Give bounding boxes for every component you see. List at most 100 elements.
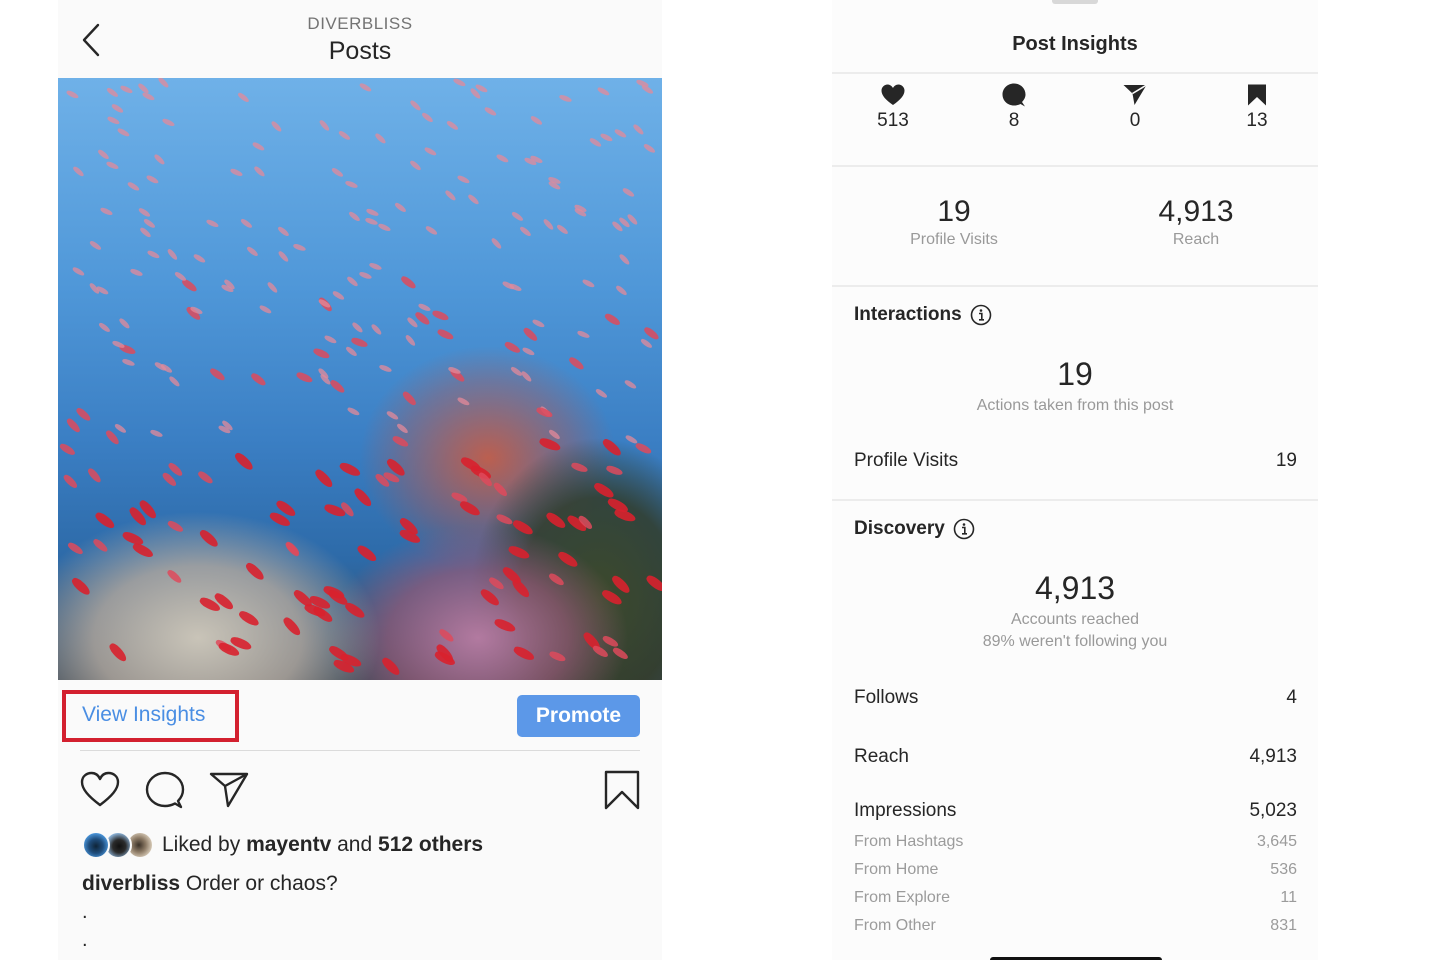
photo-fish	[348, 210, 362, 223]
interactions-total-label: Actions taken from this post	[976, 397, 1174, 414]
photo-fish	[205, 218, 220, 229]
photo-fish	[165, 568, 184, 586]
photo-fish	[424, 224, 439, 237]
summary-label: Profile Visits	[910, 231, 998, 248]
photo-fish	[239, 217, 254, 230]
liker-avatars[interactable]	[82, 830, 156, 860]
photo-fish	[86, 466, 103, 485]
photo-fish	[346, 274, 360, 288]
photo-fish	[65, 89, 80, 100]
accounts-reached-label: Accounts reached	[1010, 611, 1140, 628]
section-title: Interactions	[854, 304, 962, 325]
source-label: From Explore	[854, 889, 951, 906]
photo-fish	[487, 575, 506, 592]
photo-fish	[377, 222, 392, 233]
photo-fish	[576, 329, 590, 340]
photo-fish	[145, 173, 160, 185]
photo-fish	[558, 94, 573, 104]
interactions-total-value: 19	[1057, 356, 1093, 392]
photo-fish	[345, 179, 359, 190]
photo-fish	[311, 346, 331, 360]
comments-stat: 8	[974, 82, 1054, 132]
caption-username[interactable]: diverbliss	[82, 872, 180, 895]
photo-fish	[332, 289, 346, 302]
summary-profile-visits: 19 Profile Visits	[854, 195, 1054, 249]
photo-fish	[251, 141, 266, 153]
liker-username[interactable]: mayentv	[246, 833, 331, 856]
photo-fish	[329, 378, 347, 395]
metric-value: 19	[1275, 450, 1297, 471]
photo-fish	[395, 422, 410, 435]
photo-fish	[611, 646, 630, 662]
shares-count: 0	[1129, 110, 1141, 131]
photo-fish	[192, 252, 207, 264]
likes-count: 513	[877, 110, 909, 131]
photo-fish	[330, 167, 345, 179]
photo-fish	[631, 123, 645, 136]
liked-by-text: Liked by mayentv and 512 others	[162, 833, 483, 857]
photo-fish	[166, 247, 179, 261]
photo-fish	[521, 346, 536, 357]
sheet-drag-handle[interactable]	[1052, 0, 1098, 4]
photo-fish	[166, 519, 185, 534]
view-insights-link[interactable]: View Insights	[82, 703, 205, 727]
photo-fish	[495, 513, 514, 527]
divider	[832, 499, 1318, 501]
comment-button[interactable]	[145, 770, 185, 810]
photo-fish	[167, 374, 181, 388]
photo-fish	[276, 250, 290, 264]
photo-fish	[531, 318, 545, 329]
photo-fish	[323, 334, 338, 345]
photo-fish	[483, 105, 498, 117]
summary-value: 4,913	[1158, 195, 1234, 228]
photo-fish	[270, 119, 283, 133]
metric-value: 4	[1286, 687, 1297, 708]
info-icon[interactable]	[970, 304, 992, 326]
photo-fish	[492, 480, 510, 498]
discovery-total: 4,913 Accounts reached 89% weren't follo…	[832, 570, 1318, 651]
photo-fish	[343, 600, 367, 621]
photo-fish	[98, 321, 112, 334]
insights-title: Post Insights	[1012, 33, 1138, 55]
comments-count: 8	[1008, 110, 1020, 131]
photo-fish	[495, 152, 510, 164]
like-button[interactable]	[80, 770, 120, 810]
source-value: 536	[1270, 861, 1297, 878]
photo-fish	[313, 467, 336, 490]
share-button[interactable]	[209, 770, 249, 810]
photo-fish	[644, 572, 662, 594]
comment-outline-icon	[145, 771, 185, 809]
divider	[832, 165, 1318, 167]
photo-fish	[507, 543, 532, 561]
photo-fish	[503, 340, 522, 356]
saves-count: 13	[1246, 110, 1268, 131]
likes-count-link[interactable]: 512 others	[378, 833, 483, 856]
shares-stat: 0	[1095, 82, 1175, 132]
header-username: DIVERBLISS	[307, 14, 413, 33]
photo-fish	[281, 615, 303, 638]
photo-fish	[243, 560, 266, 583]
info-icon[interactable]	[953, 518, 975, 540]
photo-fish	[437, 627, 455, 644]
comment-filled-icon	[1002, 83, 1026, 107]
photo-fish	[72, 165, 86, 178]
metric-row-profile-visits: Profile Visits 19	[854, 450, 1297, 472]
source-value: 11	[1280, 889, 1297, 906]
source-label: From Other	[854, 917, 936, 934]
discovery-heading: Discovery	[854, 518, 975, 540]
photo-fish	[511, 518, 536, 538]
post-image[interactable]	[58, 78, 662, 680]
section-title: Discovery	[854, 518, 945, 539]
photo-fish	[530, 115, 544, 127]
photo-fish	[337, 129, 351, 141]
save-button[interactable]	[602, 770, 642, 810]
promote-button[interactable]: Promote	[517, 695, 640, 737]
heart-outline-icon	[80, 771, 120, 807]
photo-fish	[93, 509, 117, 531]
photo-fish	[118, 317, 132, 331]
metric-label: Impressions	[854, 800, 957, 821]
photo-fish	[642, 142, 657, 154]
photo-fish	[106, 87, 120, 99]
avatar	[82, 831, 110, 859]
photo-fish	[350, 336, 369, 350]
